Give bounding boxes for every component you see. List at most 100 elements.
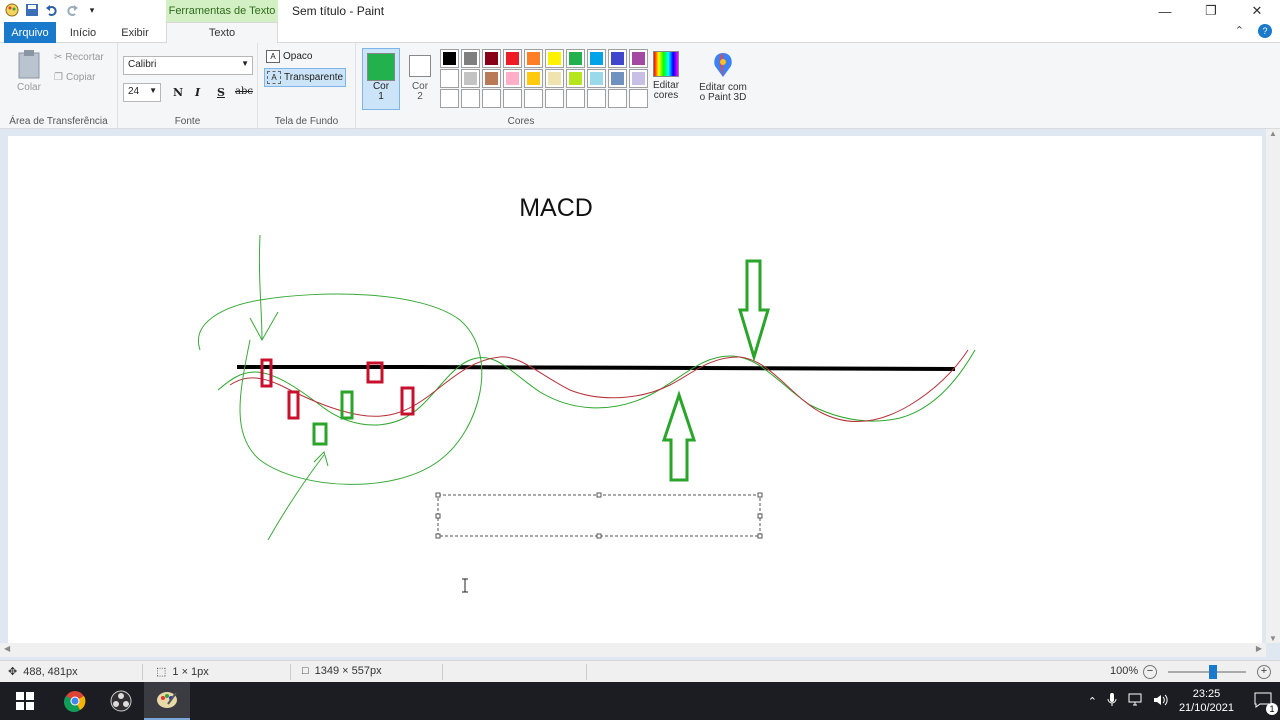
edit-paint3d-button[interactable]: Editar com o Paint 3D	[694, 51, 752, 103]
opaque-button[interactable]: A Opaco	[266, 50, 312, 63]
selection-handles[interactable]	[435, 492, 763, 539]
edit-colors-button[interactable]: Editar cores	[646, 51, 686, 101]
bold-button[interactable]: N	[173, 86, 183, 99]
palette-color-swatch[interactable]	[524, 69, 543, 88]
undo-icon[interactable]	[44, 2, 60, 18]
notification-center-button[interactable]: 1	[1254, 692, 1278, 715]
palette-color-swatch[interactable]	[545, 69, 564, 88]
help-icon[interactable]: ?	[1258, 24, 1272, 38]
palette-empty-swatch[interactable]	[482, 89, 501, 108]
paint3d-icon	[714, 53, 732, 77]
cut-button[interactable]: ✂ Recortar	[54, 52, 104, 63]
zoom-level: 100%	[1110, 665, 1138, 677]
paste-button[interactable]: Colar	[10, 49, 48, 101]
palette-color-swatch[interactable]	[482, 49, 501, 68]
tab-view[interactable]: Exibir	[112, 22, 158, 43]
color2-button[interactable]: Cor 2	[404, 48, 436, 110]
drawing-canvas[interactable]: MACD	[8, 136, 1262, 646]
red-candle	[260, 358, 273, 388]
clock[interactable]: 23:25 21/10/2021	[1179, 687, 1234, 715]
zoom-slider[interactable]	[1168, 665, 1246, 679]
paint-icon	[157, 692, 177, 708]
restore-button[interactable]: ❐	[1188, 0, 1234, 22]
text-selection-box[interactable]	[437, 494, 761, 537]
paint-app-icon[interactable]	[4, 2, 20, 18]
horizontal-scrollbar[interactable]: ◀ ▶	[0, 643, 1266, 657]
collapse-ribbon-icon[interactable]: ⌃	[1235, 24, 1244, 38]
close-button[interactable]: ✕	[1234, 0, 1280, 22]
palette-color-swatch[interactable]	[566, 69, 585, 88]
tab-text[interactable]: Texto	[166, 22, 278, 43]
underline-button[interactable]: S	[217, 86, 225, 99]
font-size-select[interactable]: 24 ▼	[123, 83, 161, 102]
scroll-up-icon[interactable]: ▲	[1266, 129, 1280, 138]
zoom-out-button[interactable]: −	[1143, 665, 1157, 679]
redo-icon[interactable]	[64, 2, 80, 18]
palette-color-swatch[interactable]	[524, 49, 543, 68]
save-icon[interactable]	[24, 2, 40, 18]
scroll-left-icon[interactable]: ◀	[4, 644, 10, 653]
start-button[interactable]	[2, 682, 48, 720]
paint-taskbar-button[interactable]	[144, 682, 190, 720]
red-candle	[400, 386, 415, 416]
image-size-icon: □	[302, 665, 309, 677]
zoom-slider-thumb[interactable]	[1209, 665, 1218, 679]
chrome-taskbar-button[interactable]	[52, 682, 98, 720]
tab-file[interactable]: Arquivo	[4, 22, 56, 43]
italic-button[interactable]: I	[195, 86, 200, 99]
network-icon[interactable]	[1127, 693, 1143, 710]
palette-empty-swatch[interactable]	[587, 89, 606, 108]
palette-color-swatch[interactable]	[587, 49, 606, 68]
copy-button[interactable]: ❐ Copiar	[54, 72, 95, 83]
colors-group: Cor 1 Cor 2 Editar cores Editar com o Pa…	[356, 43, 756, 129]
title-bar: ▾ Ferramentas de Texto Sem título - Pain…	[0, 0, 1280, 22]
show-hidden-icons-icon[interactable]: ⌃	[1088, 695, 1097, 708]
edit-colors-label-line2: cores	[653, 90, 679, 101]
palette-color-swatch[interactable]	[545, 49, 564, 68]
palette-empty-swatch[interactable]	[608, 89, 627, 108]
obs-taskbar-button[interactable]	[98, 682, 144, 720]
customize-qat-icon[interactable]: ▾	[84, 2, 100, 18]
opaque-icon: A	[266, 50, 280, 63]
ribbon-tabs: Arquivo Início Exibir Texto	[0, 22, 1280, 43]
palette-empty-swatch[interactable]	[461, 89, 480, 108]
palette-empty-swatch[interactable]	[545, 89, 564, 108]
volume-icon[interactable]	[1153, 693, 1169, 710]
font-family-select[interactable]: Calibri ▼	[123, 56, 253, 75]
palette-empty-swatch[interactable]	[503, 89, 522, 108]
palette-empty-swatch[interactable]	[440, 89, 459, 108]
window-title: Sem título - Paint	[292, 4, 385, 18]
palette-color-swatch[interactable]	[587, 69, 606, 88]
palette-color-swatch[interactable]	[503, 49, 522, 68]
color1-button[interactable]: Cor 1	[362, 48, 400, 110]
background-group-label: Tela de Fundo	[274, 116, 339, 127]
green-candle	[312, 422, 328, 446]
scroll-down-icon[interactable]: ▼	[1266, 634, 1280, 643]
macd-green-line	[217, 349, 976, 426]
cut-label: Recortar	[65, 52, 104, 63]
tab-home[interactable]: Início	[60, 22, 106, 43]
palette-color-swatch[interactable]	[566, 49, 585, 68]
palette-color-swatch[interactable]	[461, 49, 480, 68]
microphone-icon[interactable]	[1107, 692, 1117, 710]
palette-empty-swatch[interactable]	[524, 89, 543, 108]
palette-color-swatch[interactable]	[608, 49, 627, 68]
palette-color-swatch[interactable]	[440, 69, 459, 88]
windows-icon	[16, 692, 34, 710]
zoom-in-button[interactable]: +	[1257, 665, 1271, 679]
palette-color-swatch[interactable]	[440, 49, 459, 68]
text-cursor-icon	[462, 578, 468, 593]
transparent-button[interactable]: A Transparente	[264, 68, 347, 87]
scroll-right-icon[interactable]: ▶	[1256, 644, 1262, 653]
clock-time: 23:25	[1192, 688, 1221, 700]
palette-color-swatch[interactable]	[461, 69, 480, 88]
minimize-button[interactable]: —	[1142, 0, 1188, 22]
quick-access-toolbar: ▾	[4, 2, 100, 18]
strikethrough-button[interactable]: abc	[235, 86, 253, 97]
vertical-scrollbar[interactable]: ▲ ▼	[1266, 129, 1280, 643]
palette-empty-swatch[interactable]	[566, 89, 585, 108]
drawing-layer: MACD	[197, 194, 976, 593]
palette-color-swatch[interactable]	[482, 69, 501, 88]
palette-color-swatch[interactable]	[503, 69, 522, 88]
palette-color-swatch[interactable]	[608, 69, 627, 88]
